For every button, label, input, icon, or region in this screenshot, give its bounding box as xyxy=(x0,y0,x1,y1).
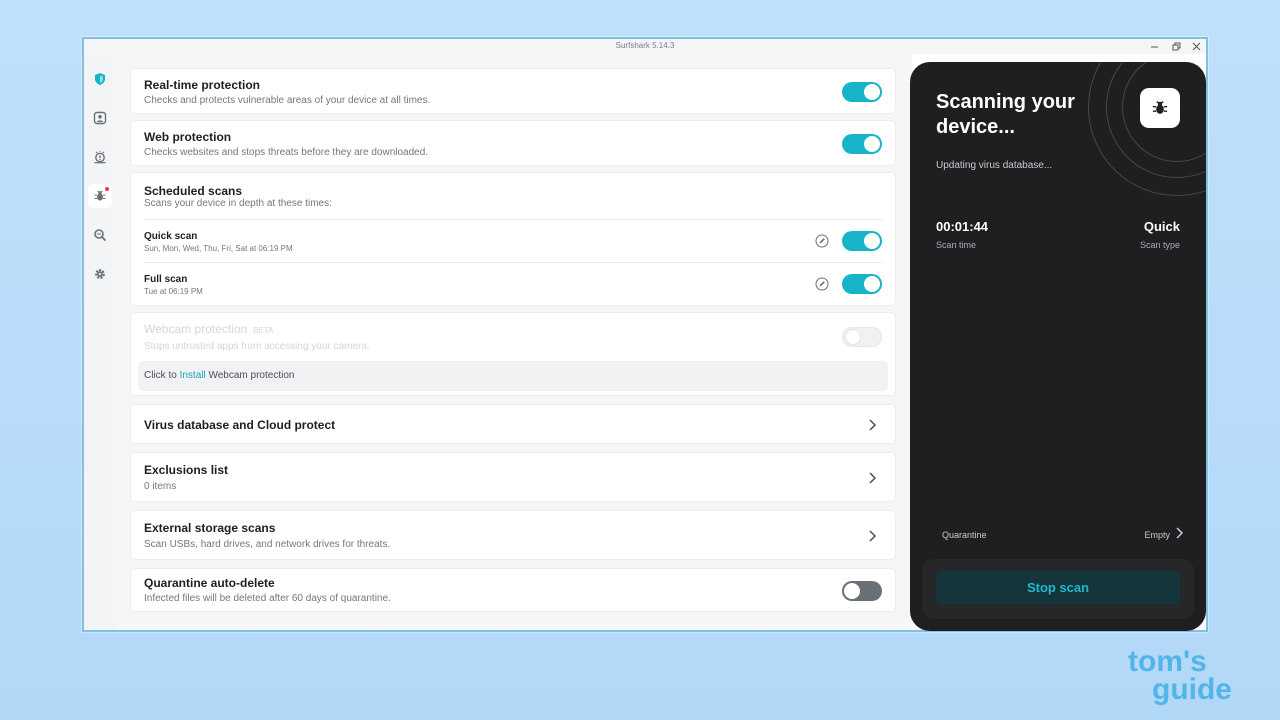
scan-panel: Scanning your device... Updating virus d… xyxy=(910,62,1206,631)
install-webcam-text: Click to Install Webcam protection xyxy=(144,370,294,381)
sidebar xyxy=(84,54,116,630)
install-webcam-bar: Click to Install Webcam protection xyxy=(138,361,888,391)
realtime-protection-toggle[interactable] xyxy=(842,82,882,102)
minimize-button[interactable] xyxy=(1144,39,1164,54)
quarantine-auto-delete-card: Quarantine auto-delete Infected files wi… xyxy=(130,568,896,612)
sidebar-item-alert[interactable] xyxy=(88,106,112,130)
realtime-protection-subtitle: Checks and protects vulnerable areas of … xyxy=(144,95,431,106)
webcam-protection-title: Webcam protection xyxy=(144,322,248,336)
sidebar-item-vpn[interactable] xyxy=(88,67,112,91)
chevron-right-icon xyxy=(869,472,877,484)
title-bar: Surfshark 5.14.3 xyxy=(84,39,1206,54)
webcam-protection-toggle[interactable] xyxy=(842,327,882,347)
realtime-protection-title: Real-time protection xyxy=(144,78,261,92)
quick-scan-title: Quick scan xyxy=(144,231,198,242)
restore-icon xyxy=(1172,42,1180,51)
install-prefix: Click to xyxy=(144,370,177,381)
quick-scan-edit-icon[interactable] xyxy=(815,234,829,248)
quick-scan-toggle[interactable] xyxy=(842,231,882,251)
webcam-protection-subtitle: Stops untrusted apps from accessing your… xyxy=(144,341,370,352)
chevron-right-icon xyxy=(869,419,877,431)
sidebar-item-one[interactable] xyxy=(88,145,112,169)
quarantine-value[interactable]: Empty xyxy=(1144,530,1170,540)
logo-text-line2: guide xyxy=(1152,673,1232,706)
close-icon xyxy=(1192,42,1200,51)
realtime-protection-card: Real-time protection Checks and protects… xyxy=(130,68,896,114)
web-protection-subtitle: Checks websites and stops threats before… xyxy=(144,147,429,158)
shield-icon xyxy=(95,73,105,85)
scan-heading: Scanning your device... xyxy=(936,91,1075,138)
toggle-knob xyxy=(864,233,880,249)
toggle-knob xyxy=(844,583,860,599)
quick-scan-schedule: Sun, Mon, Wed, Thu, Fri, Sat at 06:19 PM xyxy=(144,244,293,253)
notification-dot xyxy=(105,187,109,191)
gear-icon xyxy=(95,269,105,279)
scheduled-scans-subtitle: Scans your device in depth at these time… xyxy=(144,198,332,209)
search-icon xyxy=(94,229,107,242)
sidebar-item-antivirus[interactable] xyxy=(88,184,112,208)
install-suffix: Webcam protection xyxy=(208,370,295,381)
exclusions-count: 0 items xyxy=(144,481,177,492)
quarantine-label: Quarantine xyxy=(942,530,987,540)
quarantine-auto-delete-subtitle: Infected files will be deleted after 60 … xyxy=(144,593,391,604)
external-storage-subtitle: Scan USBs, hard drives, and network driv… xyxy=(144,539,391,550)
scan-type-value: Quick xyxy=(1143,219,1180,234)
toggle-knob xyxy=(845,329,861,345)
toms-guide-logo: tom's guide xyxy=(1128,645,1232,706)
scan-type-label: Scan type xyxy=(1139,240,1180,250)
divider xyxy=(144,219,882,220)
exclusions-list-row[interactable]: Exclusions list 0 items xyxy=(130,452,896,502)
toggle-knob xyxy=(864,84,880,100)
alert-icon xyxy=(94,150,106,164)
sidebar-item-settings[interactable] xyxy=(88,262,112,286)
scan-bug-badge xyxy=(1140,88,1180,128)
minimize-icon xyxy=(1150,46,1158,48)
web-protection-toggle[interactable] xyxy=(842,134,882,154)
external-storage-row[interactable]: External storage scans Scan USBs, hard d… xyxy=(130,510,896,560)
person-icon xyxy=(93,111,107,125)
close-button[interactable] xyxy=(1186,39,1206,54)
install-link[interactable]: Install xyxy=(180,370,206,381)
scan-footer: Stop scan xyxy=(922,559,1194,619)
webcam-protection-card: Webcam protection BETA Stops untrusted ap… xyxy=(130,312,896,396)
scheduled-scans-title: Scheduled scans xyxy=(144,184,243,198)
app-window: Surfshark 5.14.3 Real-time protection Ch… xyxy=(82,37,1208,632)
toggle-knob xyxy=(864,276,880,292)
divider xyxy=(144,262,882,263)
sidebar-item-search[interactable] xyxy=(88,223,112,247)
virus-database-row[interactable]: Virus database and Cloud protect xyxy=(130,404,896,444)
exclusions-list-title: Exclusions list xyxy=(144,463,229,477)
toggle-knob xyxy=(864,136,880,152)
webcam-protection-title-row: Webcam protection BETA xyxy=(144,322,273,336)
full-scan-schedule: Tue at 06:19 PM xyxy=(144,287,203,296)
beta-badge: BETA xyxy=(253,326,274,335)
window-title: Surfshark 5.14.3 xyxy=(615,41,675,50)
external-storage-title: External storage scans xyxy=(144,521,276,535)
web-protection-title: Web protection xyxy=(144,130,232,144)
scheduled-scans-card: Scheduled scans Scans your device in dep… xyxy=(130,172,896,306)
quarantine-auto-delete-title: Quarantine auto-delete xyxy=(144,576,275,590)
bug-icon xyxy=(94,190,106,201)
restore-button[interactable] xyxy=(1166,39,1186,54)
scan-time-value: 00:01:44 xyxy=(936,219,989,234)
full-scan-edit-icon[interactable] xyxy=(815,277,829,291)
full-scan-title: Full scan xyxy=(144,274,188,285)
settings-content: Real-time protection Checks and protects… xyxy=(116,54,912,630)
chevron-right-icon[interactable] xyxy=(1174,526,1184,540)
full-scan-toggle[interactable] xyxy=(842,274,882,294)
stop-scan-button[interactable]: Stop scan xyxy=(936,571,1180,604)
bug-icon xyxy=(1152,101,1168,114)
scan-time-label: Scan time xyxy=(936,240,977,250)
chevron-right-icon xyxy=(869,530,877,542)
virus-database-title: Virus database and Cloud protect xyxy=(144,418,336,432)
scan-status: Updating virus database... xyxy=(936,160,1053,171)
web-protection-card: Web protection Checks websites and stops… xyxy=(130,120,896,166)
quarantine-auto-delete-toggle[interactable] xyxy=(842,581,882,601)
